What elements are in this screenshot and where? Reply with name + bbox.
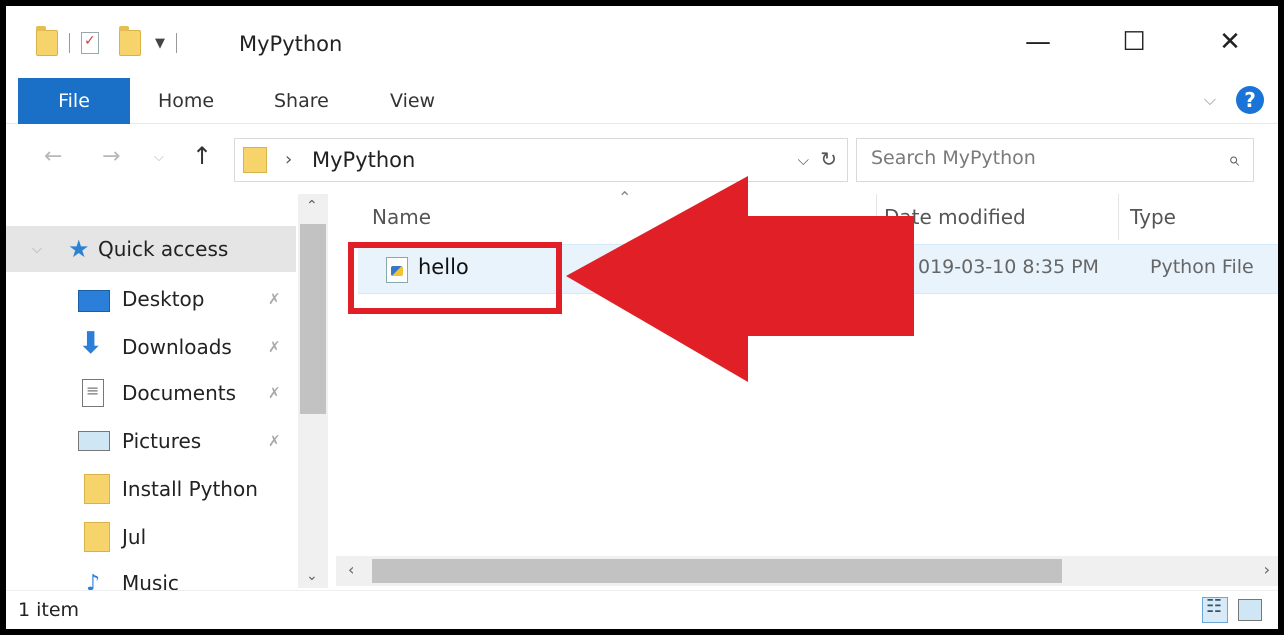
star-icon: ★ xyxy=(68,235,90,263)
pictures-icon xyxy=(78,431,110,451)
sidebar-item-documents[interactable]: Documents ✗ xyxy=(6,370,296,416)
sidebar-item-quick-access[interactable]: ⌵ ★ Quick access xyxy=(6,226,296,272)
pin-icon[interactable]: ✗ xyxy=(268,432,281,450)
document-icon xyxy=(82,379,104,407)
red-arrow-annotation xyxy=(566,176,914,382)
scroll-up-icon[interactable]: ⌃ xyxy=(306,198,318,214)
quick-access-toolbar: ▼ xyxy=(36,26,188,58)
arrow-shape xyxy=(566,176,914,382)
navpane-scrollbar[interactable]: ⌃ ⌄ xyxy=(298,194,328,588)
close-button[interactable]: ✕ xyxy=(1182,6,1278,78)
desktop-icon xyxy=(78,290,110,312)
sidebar-item-desktop[interactable]: Desktop ✗ xyxy=(6,276,296,322)
file-type: Python File xyxy=(1150,256,1254,278)
file-date: 019-03-10 8:35 PM xyxy=(918,256,1099,278)
scroll-right-icon[interactable]: › xyxy=(1264,560,1270,579)
search-input[interactable] xyxy=(871,147,1201,169)
new-folder-icon[interactable] xyxy=(119,26,141,56)
chevron-down-icon[interactable]: ⌵ xyxy=(798,151,809,169)
toolbar-divider xyxy=(176,33,177,53)
horizontal-scrollbar[interactable]: ‹ › xyxy=(336,556,1278,586)
status-bar: 1 item xyxy=(6,590,1278,629)
properties-icon[interactable] xyxy=(81,32,99,54)
customize-toolbar-dropdown-icon[interactable]: ▼ xyxy=(155,36,165,51)
sidebar-item-jul[interactable]: Jul xyxy=(6,514,296,560)
chevron-down-icon[interactable]: ⌵ xyxy=(32,242,42,257)
large-icons-view-icon[interactable] xyxy=(1238,599,1262,621)
folder-icon xyxy=(84,522,110,552)
sidebar-item-label: Quick access xyxy=(98,237,229,261)
sidebar-item-install-python[interactable]: Install Python xyxy=(6,466,296,512)
tab-view[interactable]: View xyxy=(390,78,435,124)
window-title: MyPython xyxy=(239,32,343,56)
folder-icon xyxy=(36,26,58,56)
sidebar-item-downloads[interactable]: ⬇ Downloads ✗ xyxy=(6,324,296,370)
sidebar-item-label: Desktop xyxy=(122,287,205,311)
column-header-name[interactable]: Name xyxy=(372,194,431,240)
download-icon: ⬇ xyxy=(78,326,104,361)
sidebar-item-label: Downloads xyxy=(122,335,232,359)
scrollbar-thumb[interactable] xyxy=(300,224,326,414)
breadcrumb-item[interactable]: MyPython xyxy=(312,148,415,172)
scroll-down-icon[interactable]: ⌄ xyxy=(306,568,318,584)
tab-home[interactable]: Home xyxy=(158,78,214,124)
refresh-icon[interactable]: ↻ xyxy=(820,147,837,171)
sidebar-item-pictures[interactable]: Pictures ✗ xyxy=(6,418,296,464)
maximize-button[interactable]: ☐ xyxy=(1086,6,1182,78)
forward-arrow-icon[interactable]: → xyxy=(102,144,120,169)
recent-locations-icon[interactable]: ⌵ xyxy=(154,150,164,165)
highlight-box xyxy=(348,242,562,314)
item-count: 1 item xyxy=(18,599,80,621)
tab-share[interactable]: Share xyxy=(274,78,329,124)
scrollbar-thumb[interactable] xyxy=(372,559,1062,583)
pin-icon[interactable]: ✗ xyxy=(268,290,281,308)
help-icon[interactable]: ? xyxy=(1236,86,1264,114)
pin-icon[interactable]: ✗ xyxy=(268,338,281,356)
column-header-type[interactable]: Type xyxy=(1130,194,1176,240)
toolbar-divider xyxy=(69,33,70,53)
minimize-button[interactable]: — xyxy=(990,6,1086,78)
sidebar-item-label: Documents xyxy=(122,381,237,405)
sidebar-item-label: Install Python xyxy=(122,477,258,501)
title-bar: ▼ MyPython — ☐ ✕ xyxy=(6,6,1278,78)
ribbon-tabs: File Home Share View ⌵ ? xyxy=(6,78,1278,124)
navigation-pane: ⌵ ★ Quick access Desktop ✗ ⬇ Downloads ✗… xyxy=(6,194,328,596)
sidebar-item-label: Pictures xyxy=(122,429,202,453)
back-arrow-icon[interactable]: ← xyxy=(44,144,62,169)
search-icon[interactable]: ⌕ xyxy=(1228,147,1239,171)
scroll-left-icon[interactable]: ‹ xyxy=(348,560,354,579)
folder-icon xyxy=(243,147,267,173)
folder-icon xyxy=(84,474,110,504)
tab-file[interactable]: File xyxy=(18,78,130,124)
chevron-right-icon[interactable]: › xyxy=(285,149,292,170)
explorer-window: ▼ MyPython — ☐ ✕ File Home Share View ⌵ … xyxy=(6,6,1278,629)
up-arrow-icon[interactable]: ↑ xyxy=(192,142,212,170)
window-controls: — ☐ ✕ xyxy=(990,6,1278,78)
details-view-icon[interactable] xyxy=(1202,596,1228,623)
pin-icon[interactable]: ✗ xyxy=(268,384,281,402)
column-divider[interactable] xyxy=(1118,194,1119,240)
sidebar-item-label: Jul xyxy=(122,525,147,549)
expand-ribbon-icon[interactable]: ⌵ xyxy=(1204,90,1216,110)
